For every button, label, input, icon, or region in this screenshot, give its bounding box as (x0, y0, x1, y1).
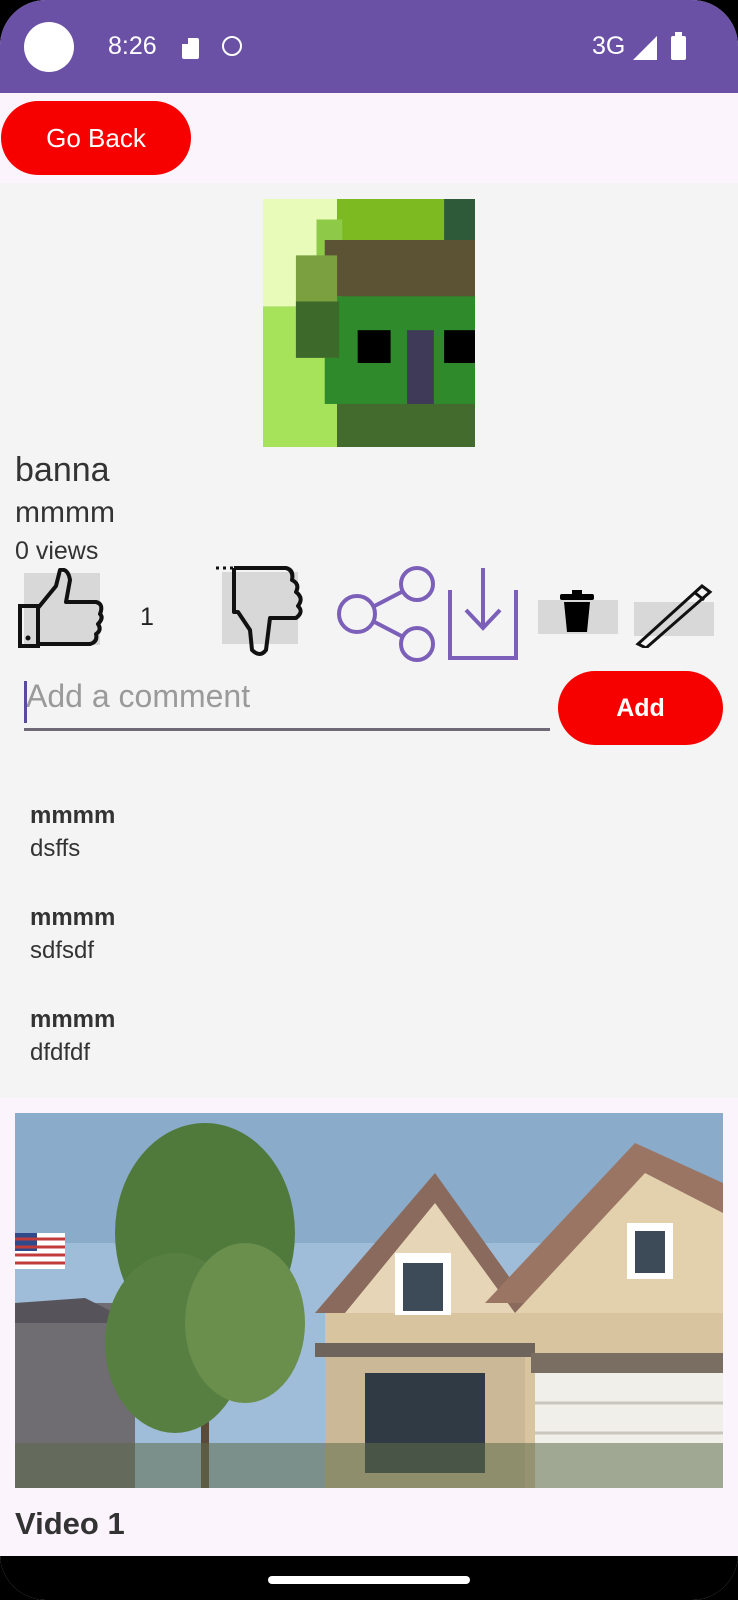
app-screen: 8:26 3G Go Back banna mmmm 0 views 1 Add… (0, 0, 738, 1600)
text-cursor (24, 681, 27, 723)
comment-author: mmmm (30, 904, 116, 931)
comment-text: dsffs (30, 835, 81, 862)
like-count: 1 (140, 603, 154, 631)
signal-icon (633, 36, 657, 60)
network-type: 3G (592, 32, 626, 60)
battery-icon (671, 32, 686, 60)
download-icon[interactable] (446, 566, 522, 662)
comment-item: mmmm dsffs (30, 801, 710, 903)
comment-input[interactable] (24, 669, 550, 731)
thumbs-down-icon[interactable] (212, 560, 312, 660)
thumbs-up-icon[interactable] (16, 568, 108, 653)
top-bar: Go Back (0, 93, 738, 183)
navigation-bar (0, 1556, 738, 1600)
comment-item: mmmm sdfsdf (30, 903, 710, 1005)
camera-cutout (24, 22, 74, 72)
view-count: 0 views (15, 537, 99, 565)
edit-icon[interactable] (632, 582, 716, 648)
video-detail: banna mmmm 0 views 1 Add a comment Add m… (0, 183, 738, 1098)
sd-card-icon (182, 38, 199, 59)
related-video-card[interactable]: Video 1 (0, 1098, 738, 1558)
comment-text: sdfsdf (30, 937, 95, 964)
comment-author: mmmm (30, 802, 116, 829)
status-bar: 8:26 3G (0, 0, 738, 93)
home-indicator[interactable] (268, 1576, 470, 1584)
comment-item: mmmm dfdfdf (30, 1005, 710, 1107)
related-video-thumbnail[interactable] (15, 1113, 723, 1488)
action-row: 1 (0, 566, 738, 683)
comment-list: mmmm dsffs mmmm sdfsdf mmmm dfdfdf (30, 801, 710, 1107)
video-title: banna (15, 451, 110, 489)
status-time: 8:26 (108, 32, 157, 60)
share-icon[interactable] (337, 566, 437, 662)
video-author: mmmm (15, 496, 115, 529)
go-back-button[interactable]: Go Back (1, 101, 191, 175)
delete-icon[interactable] (536, 588, 620, 642)
comment-author: mmmm (30, 1006, 116, 1033)
comment-text: dfdfdf (30, 1039, 91, 1066)
related-video-title[interactable]: Video 1 (15, 1506, 125, 1542)
add-comment-button[interactable]: Add (558, 671, 723, 745)
video-thumbnail (263, 199, 475, 447)
ghost-icon (222, 36, 242, 56)
